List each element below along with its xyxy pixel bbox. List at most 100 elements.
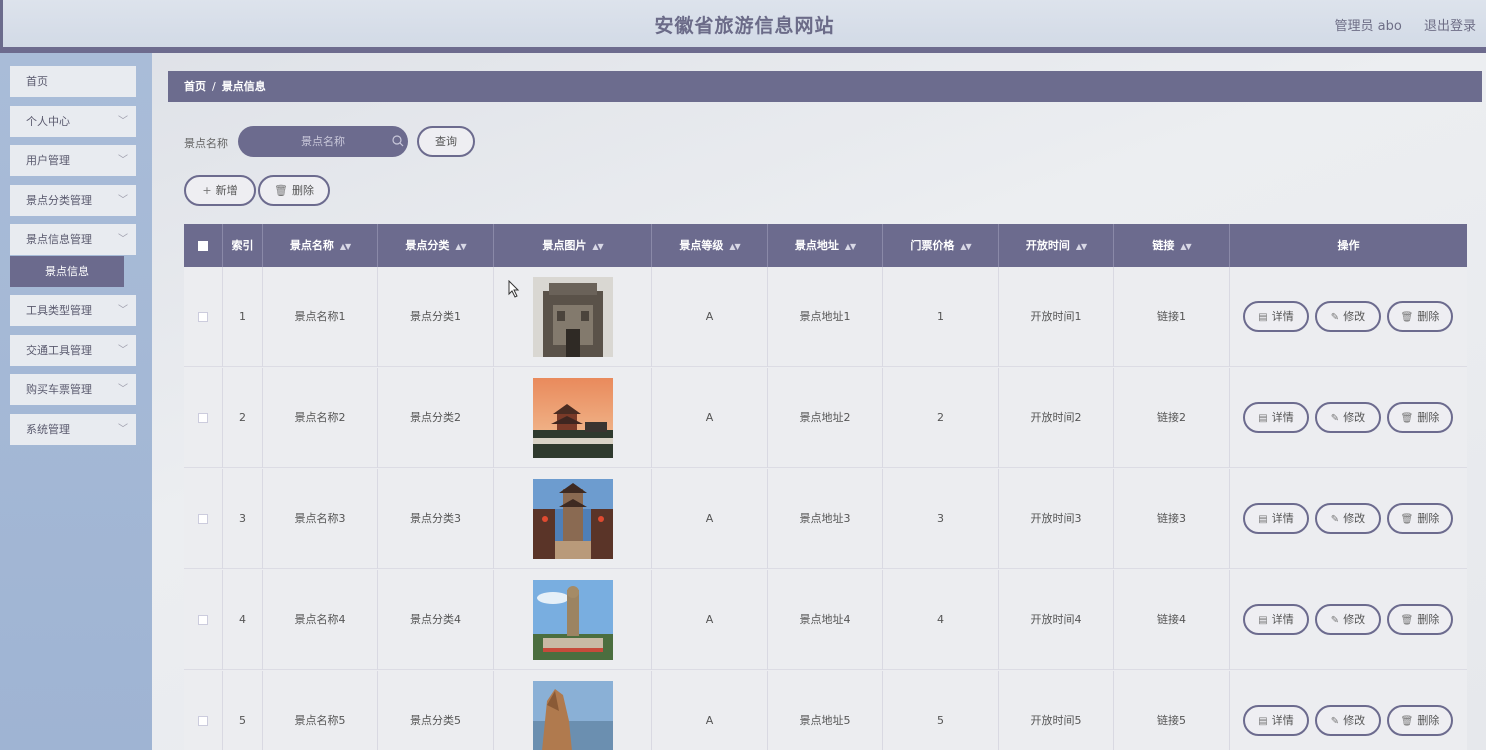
cell-image	[494, 671, 652, 750]
sidebar-item-home[interactable]: 首页	[10, 66, 136, 97]
column-header[interactable]: 链接 ▲▼	[1114, 224, 1230, 267]
cell-link[interactable]: 链接4	[1114, 570, 1230, 670]
cell-link[interactable]: 链接3	[1114, 469, 1230, 569]
sidebar-item-personal-center[interactable]: 个人中心 ﹀	[10, 106, 136, 137]
detail-label: 详情	[1271, 411, 1294, 424]
column-header[interactable]: 开放时间 ▲▼	[999, 224, 1114, 267]
cell-image	[494, 469, 652, 569]
cell-category: 景点分类3	[378, 469, 494, 569]
column-header-label: 景点分类	[405, 239, 450, 252]
column-header[interactable]: 门票价格 ▲▼	[883, 224, 999, 267]
sort-icon[interactable]: ▲▼	[1180, 242, 1191, 251]
column-header-label: 景点等级	[679, 239, 724, 252]
delete-button[interactable]: 🗑 删除	[258, 175, 330, 206]
edit-button[interactable]: ✎ 修改	[1315, 705, 1381, 736]
row-checkbox[interactable]	[198, 514, 208, 524]
edit-button[interactable]: ✎ 修改	[1315, 301, 1381, 332]
row-checkbox[interactable]	[198, 413, 208, 423]
column-header[interactable]: 景点地址 ▲▼	[768, 224, 883, 267]
sort-icon[interactable]: ▲▼	[729, 242, 740, 251]
header-user-area: 管理员 abo 退出登录	[1317, 15, 1476, 34]
document-icon: ▤	[1258, 514, 1268, 525]
query-button[interactable]: 查询	[417, 126, 475, 157]
detail-button[interactable]: ▤ 详情	[1243, 705, 1309, 736]
sidebar-item-attraction-info-management[interactable]: 景点信息管理 ﹀	[10, 224, 136, 255]
edit-label: 修改	[1343, 613, 1366, 626]
row-select-cell	[184, 570, 223, 670]
sidebar-item-label: 工具类型管理	[26, 304, 92, 317]
breadcrumb: 首页 / 景点信息	[168, 71, 1482, 102]
row-checkbox[interactable]	[198, 615, 208, 625]
sidebar-item-transport-management[interactable]: 交通工具管理 ﹀	[10, 335, 136, 366]
table-row: 4 景点名称4 景点分类4 A 景点地址4 4 开放时间4 链接4 ▤ 详情 ✎…	[184, 570, 1467, 670]
cell-link[interactable]: 链接1	[1114, 267, 1230, 367]
cell-hours: 开放时间5	[999, 671, 1114, 750]
row-select-cell	[184, 267, 223, 367]
detail-button[interactable]: ▤ 详情	[1243, 604, 1309, 635]
edit-button[interactable]: ✎ 修改	[1315, 402, 1381, 433]
edit-label: 修改	[1343, 512, 1366, 525]
sort-icon[interactable]: ▲▼	[1076, 242, 1087, 251]
row-checkbox[interactable]	[198, 312, 208, 322]
detail-button[interactable]: ▤ 详情	[1243, 503, 1309, 534]
sidebar-item-tool-type-management[interactable]: 工具类型管理 ﹀	[10, 295, 136, 326]
cell-name: 景点名称4	[263, 570, 378, 670]
sidebar-item-label: 系统管理	[26, 423, 70, 436]
attraction-image	[533, 378, 613, 458]
edit-button[interactable]: ✎ 修改	[1315, 503, 1381, 534]
row-delete-button[interactable]: 🗑 删除	[1387, 705, 1453, 736]
document-icon: ▤	[1258, 413, 1268, 424]
sort-icon[interactable]: ▲▼	[455, 242, 466, 251]
cell-price: 5	[883, 671, 999, 750]
sort-icon[interactable]: ▲▼	[592, 242, 603, 251]
table-row: 1 景点名称1 景点分类1 A 景点地址1 1 开放时间1 链接1 ▤ 详情 ✎…	[184, 267, 1467, 367]
cell-grade: A	[652, 267, 768, 367]
row-delete-button[interactable]: 🗑 删除	[1387, 503, 1453, 534]
sidebar-subitem-attraction-info[interactable]: 景点信息	[10, 256, 124, 287]
column-header[interactable]: 景点分类 ▲▼	[378, 224, 494, 267]
cell-actions: ▤ 详情 ✎ 修改 🗑 删除	[1230, 368, 1467, 468]
breadcrumb-current: 景点信息	[221, 80, 266, 93]
chevron-down-icon: ﹀	[118, 195, 128, 206]
column-header-label: 索引	[231, 239, 254, 252]
sidebar-item-user-management[interactable]: 用户管理 ﹀	[10, 145, 136, 176]
top-header: 安徽省旅游信息网站 管理员 abo 退出登录	[0, 0, 1486, 47]
detail-button[interactable]: ▤ 详情	[1243, 402, 1309, 433]
sidebar-item-system-management[interactable]: 系统管理 ﹀	[10, 414, 136, 445]
column-header: 操作	[1230, 224, 1467, 267]
row-delete-button[interactable]: 🗑 删除	[1387, 402, 1453, 433]
breadcrumb-home[interactable]: 首页	[184, 80, 206, 93]
sort-icon[interactable]: ▲▼	[340, 242, 351, 251]
chevron-down-icon: ﹀	[118, 155, 128, 166]
sidebar-item-label: 个人中心	[26, 115, 70, 128]
column-header[interactable]: 景点等级 ▲▼	[652, 224, 768, 267]
row-delete-button[interactable]: 🗑 删除	[1387, 301, 1453, 332]
search-label: 景点名称	[184, 137, 228, 150]
select-all-checkbox[interactable]	[198, 241, 208, 251]
detail-button[interactable]: ▤ 详情	[1243, 301, 1309, 332]
sort-icon[interactable]: ▲▼	[960, 242, 971, 251]
sort-icon[interactable]: ▲▼	[845, 242, 856, 251]
cell-price: 2	[883, 368, 999, 468]
select-all-cell	[184, 224, 223, 267]
search-input[interactable]	[238, 126, 408, 157]
mouse-cursor-icon	[508, 280, 520, 298]
sidebar-item-attraction-category-management[interactable]: 景点分类管理 ﹀	[10, 185, 136, 216]
column-header[interactable]: 景点名称 ▲▼	[263, 224, 378, 267]
row-delete-button[interactable]: 🗑 删除	[1387, 604, 1453, 635]
cell-link[interactable]: 链接5	[1114, 671, 1230, 750]
table-row: 5 景点名称5 景点分类5 A 景点地址5 5 开放时间5 链接5 ▤ 详情 ✎ 修…	[184, 671, 1467, 750]
logout-link[interactable]: 退出登录	[1424, 19, 1476, 34]
column-header-label: 操作	[1337, 239, 1360, 252]
column-header[interactable]: 景点图片 ▲▼	[494, 224, 652, 267]
add-button[interactable]: + 新增	[184, 175, 256, 206]
row-checkbox[interactable]	[198, 716, 208, 726]
edit-button[interactable]: ✎ 修改	[1315, 604, 1381, 635]
cell-image	[494, 368, 652, 468]
column-header-label: 景点名称	[289, 239, 334, 252]
cell-link[interactable]: 链接2	[1114, 368, 1230, 468]
chevron-down-icon: ﹀	[118, 234, 128, 245]
delete-label: 删除	[1417, 411, 1440, 424]
sidebar-item-ticket-management[interactable]: 购买车票管理 ﹀	[10, 374, 136, 405]
chevron-down-icon: ﹀	[118, 424, 128, 435]
